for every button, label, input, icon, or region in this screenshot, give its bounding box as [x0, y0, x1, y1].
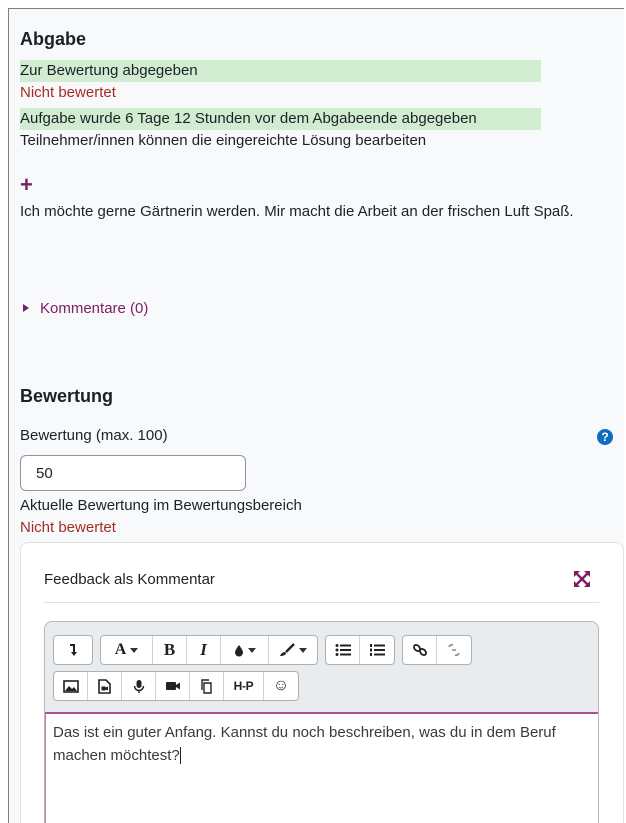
- h5p-button[interactable]: H-P: [224, 672, 264, 700]
- link-button[interactable]: [403, 636, 437, 664]
- feedback-title: Feedback als Kommentar: [44, 571, 215, 588]
- bold-button[interactable]: B: [153, 636, 187, 664]
- toolbar-group-media: H-P ☺: [53, 671, 299, 701]
- caret-down-icon: [299, 647, 307, 653]
- expand-plus-icon[interactable]: +: [20, 174, 33, 196]
- caret-down-icon: [130, 647, 139, 653]
- insert-image-button[interactable]: [54, 672, 88, 700]
- unlink-icon: [448, 644, 460, 656]
- italic-button[interactable]: I: [187, 636, 221, 664]
- grade-label: Bewertung (max. 100): [20, 427, 168, 444]
- comments-label: Kommentare (0): [40, 300, 149, 317]
- image-icon: [62, 679, 79, 693]
- manage-files-button[interactable]: [190, 672, 224, 700]
- current-grade-label: Aktuelle Bewertung im Bewertungsbereich: [20, 497, 302, 514]
- link-icon: [412, 644, 427, 656]
- bullet-list-icon: [335, 644, 351, 656]
- toolbar-row-1: A B I: [53, 635, 479, 665]
- feedback-card: Feedback als Kommentar A B I H-P ☺ Das i…: [20, 542, 624, 823]
- help-icon[interactable]: ?: [597, 429, 613, 445]
- comments-toggle[interactable]: Kommentare (0): [23, 299, 148, 319]
- insert-media-button[interactable]: [88, 672, 122, 700]
- collapse-toolbar-button[interactable]: [54, 636, 92, 664]
- fullscreen-icon[interactable]: [573, 570, 591, 588]
- font-style-button[interactable]: A: [101, 636, 153, 664]
- toolbar-group-lists: [325, 635, 395, 665]
- numbered-list-icon: [370, 644, 385, 656]
- video-camera-icon: [165, 682, 180, 690]
- status-submitted: Zur Bewertung abgegeben: [20, 60, 541, 82]
- unordered-list-button[interactable]: [326, 636, 360, 664]
- toolbar-group-collapse: [53, 635, 93, 665]
- caret-down-icon: [247, 647, 256, 653]
- divider: [44, 602, 599, 603]
- toolbar-group-style: A B I: [100, 635, 318, 665]
- copy-files-icon: [200, 678, 212, 694]
- font-style-label: A: [114, 641, 127, 658]
- ordered-list-button[interactable]: [360, 636, 394, 664]
- microphone-icon: [133, 679, 144, 693]
- record-video-button[interactable]: [156, 672, 190, 700]
- feedback-content-area[interactable]: Das ist ein guter Anfang. Kannst du noch…: [45, 712, 598, 823]
- feedback-content-text: Das ist ein guter Anfang. Kannst du noch…: [53, 724, 556, 764]
- grading-heading: Bewertung: [20, 386, 114, 406]
- caret-right-icon: [23, 304, 29, 313]
- background-color-button[interactable]: [269, 636, 317, 664]
- current-grade-value: Nicht bewertet: [20, 519, 116, 536]
- emoji-button[interactable]: ☺: [264, 672, 298, 700]
- toolbar-row-2: H-P ☺: [53, 671, 306, 701]
- assignment-panel: Abgabe Zur Bewertung abgegeben Nicht bew…: [8, 8, 624, 823]
- record-audio-button[interactable]: [122, 672, 156, 700]
- status-grading: Nicht bewertet: [20, 84, 116, 101]
- text-cursor: [179, 747, 181, 764]
- status-timing: Aufgabe wurde 6 Tage 12 Stunden vor dem …: [20, 108, 541, 130]
- unlink-button[interactable]: [437, 636, 471, 664]
- font-color-button[interactable]: [221, 636, 269, 664]
- toolbar-group-links: [402, 635, 472, 665]
- status-editable: Teilnehmer/innen können die eingereichte…: [20, 132, 427, 149]
- file-video-icon: [98, 678, 111, 694]
- paintbrush-icon: [280, 643, 295, 656]
- grade-input[interactable]: [20, 455, 246, 491]
- submission-heading: Abgabe: [20, 29, 87, 49]
- arrow-down-icon: [70, 644, 77, 656]
- online-text-submission: Ich möchte gerne Gärtnerin werden. Mir m…: [20, 203, 574, 220]
- rich-text-editor: A B I H-P ☺ Das ist ein guter Anfang. Ka…: [44, 621, 599, 823]
- drop-icon: [234, 644, 243, 656]
